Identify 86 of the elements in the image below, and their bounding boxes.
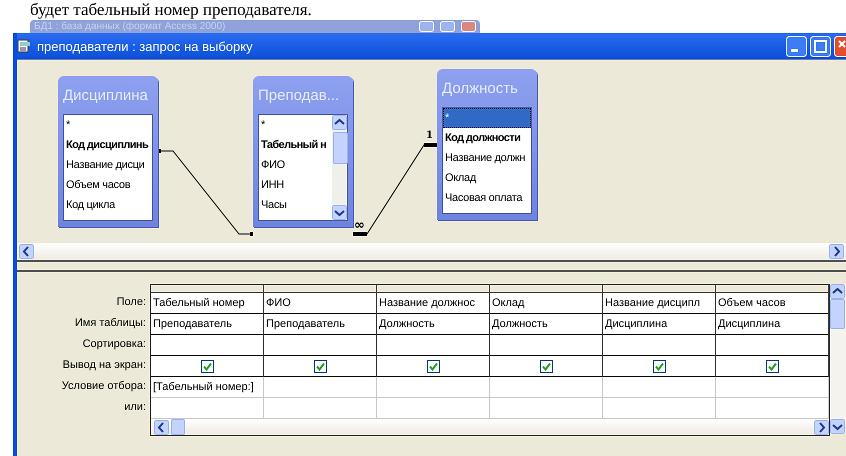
field-item[interactable]: Оклад <box>443 168 531 188</box>
field-item[interactable]: Название дисци <box>64 155 152 175</box>
table-name-cell[interactable]: Преподаватель <box>151 314 264 335</box>
scroll-down-button[interactable] <box>332 205 347 220</box>
field-item[interactable]: Объем часов <box>64 175 152 195</box>
many-label: ∞ <box>354 218 365 233</box>
show-checkbox[interactable] <box>314 360 326 372</box>
sort-cell[interactable] <box>377 335 490 356</box>
sort-cell[interactable] <box>264 335 377 356</box>
column-selector[interactable] <box>603 285 716 293</box>
sort-cell[interactable] <box>603 335 716 356</box>
field-item[interactable]: Название должн <box>443 148 531 168</box>
scroll-up-button[interactable] <box>332 115 347 130</box>
horizontal-scroll-bar[interactable] <box>17 243 846 260</box>
pane-splitter[interactable] <box>17 260 846 272</box>
table-title: Преподав... <box>258 86 340 106</box>
scroll-up-button[interactable] <box>830 284 845 299</box>
field-cell[interactable]: Название должнос <box>377 293 490 314</box>
horizontal-scroll-bar[interactable] <box>151 419 829 435</box>
field-item[interactable]: Код цикла <box>64 195 152 215</box>
field-cell[interactable]: Табельный номер <box>151 293 264 314</box>
table-name-cell[interactable]: Дисциплина <box>716 314 829 335</box>
field-item[interactable]: Часовая оплата <box>443 188 531 208</box>
maximize-button[interactable] <box>810 36 831 56</box>
show-checkbox[interactable] <box>200 360 214 372</box>
sort-cell[interactable] <box>716 335 829 356</box>
row-label: Поле: <box>116 295 147 310</box>
field-cell[interactable]: Оклад <box>490 293 603 314</box>
field-item[interactable]: Код дисциплинь <box>64 135 152 155</box>
close-button[interactable] <box>461 21 476 32</box>
row-label: Имя таблицы: <box>74 316 147 331</box>
row-label: Вывод на экран: <box>62 358 147 373</box>
field-cell[interactable]: Объем часов <box>716 293 829 314</box>
criteria-cell[interactable] <box>490 377 603 398</box>
field-item[interactable]: ФИО <box>259 155 332 175</box>
scroll-down-button[interactable] <box>830 419 845 434</box>
field-item[interactable]: * <box>64 115 152 135</box>
field-item[interactable]: Код должности <box>443 128 531 148</box>
column-selector[interactable] <box>716 285 829 293</box>
one-label: 1 <box>426 130 433 141</box>
column-selector[interactable] <box>151 285 264 293</box>
scroll-thumb[interactable] <box>171 419 185 435</box>
row-label: Условие отбора: <box>60 379 147 394</box>
table-title: Дисциплина <box>63 86 149 106</box>
scroll-thumb[interactable] <box>830 299 845 329</box>
criteria-cell[interactable] <box>377 377 490 398</box>
close-button[interactable] <box>834 36 846 56</box>
column-selector[interactable] <box>264 285 377 293</box>
show-checkbox[interactable] <box>540 360 552 372</box>
scroll-right-button[interactable] <box>829 244 844 259</box>
vertical-scroll-bar[interactable] <box>830 284 846 434</box>
table-name-cell[interactable]: Преподаватель <box>264 314 377 335</box>
row-label: Сортировка: <box>82 337 147 352</box>
field-item[interactable]: ИНН <box>259 175 332 195</box>
field-cell[interactable]: ФИО <box>264 293 377 314</box>
field-item[interactable]: Часы <box>259 195 332 215</box>
field-item[interactable]: Табельный н <box>259 135 332 155</box>
table-name-cell[interactable]: Должность <box>490 314 603 335</box>
scroll-left-button[interactable] <box>19 244 34 259</box>
table-title: Должность <box>442 78 519 98</box>
field-item[interactable]: * <box>443 108 531 128</box>
row-label: или: <box>123 400 147 415</box>
show-checkbox[interactable] <box>652 360 666 372</box>
column-selector[interactable] <box>490 285 603 293</box>
sort-cell[interactable] <box>151 335 264 356</box>
window-title: преподаватели : запрос на выборку <box>37 38 254 54</box>
criteria-cell[interactable] <box>716 377 829 398</box>
query-icon <box>17 39 31 53</box>
document-text: будет табельный номер преподавателя. <box>30 0 312 20</box>
minimize-button[interactable] <box>786 36 807 56</box>
show-checkbox[interactable] <box>426 360 440 372</box>
window-title: БД1 : база данных (формат Access 2000) <box>34 20 226 32</box>
scroll-left-button[interactable] <box>154 420 169 434</box>
scroll-bar[interactable] <box>332 115 347 220</box>
scroll-thumb[interactable] <box>333 132 348 164</box>
field-cell[interactable]: Название дисципл <box>603 293 716 314</box>
criteria-cell[interactable]: [Табельный номер:] <box>151 377 264 398</box>
criteria-cell[interactable] <box>603 377 716 398</box>
table-name-cell[interactable]: Должность <box>377 314 490 335</box>
sort-cell[interactable] <box>490 335 603 356</box>
criteria-cell[interactable] <box>264 377 377 398</box>
show-checkbox[interactable] <box>766 360 778 372</box>
table-name-cell[interactable]: Дисциплина <box>603 314 716 335</box>
column-selector[interactable] <box>377 285 490 293</box>
field-item[interactable]: * <box>259 115 332 135</box>
scroll-right-button[interactable] <box>814 420 829 434</box>
